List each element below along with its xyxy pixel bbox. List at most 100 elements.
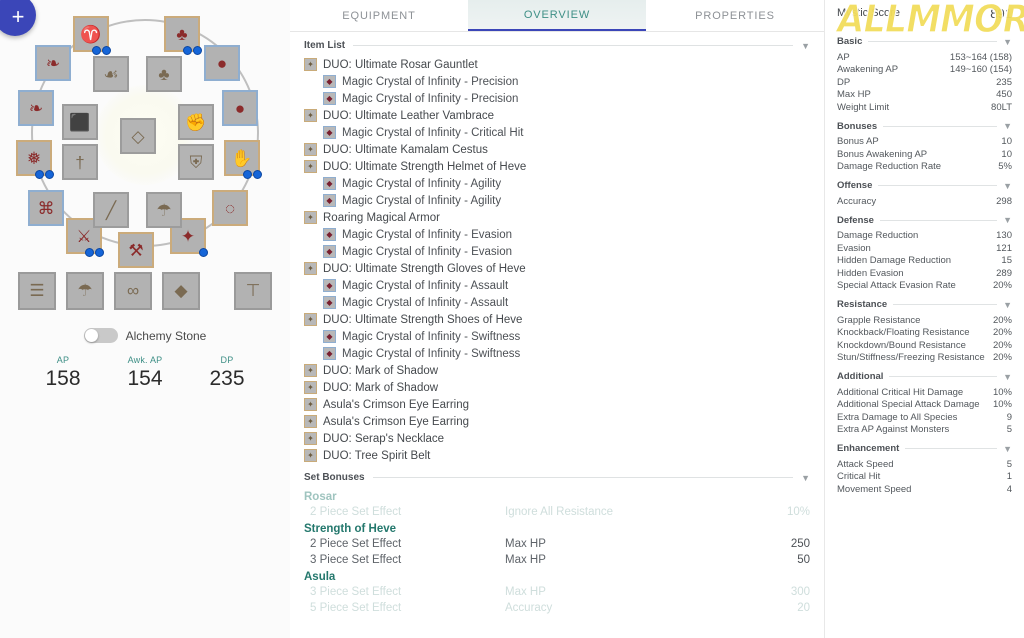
set-piece-label: 3 Piece Set Effect [310, 586, 402, 598]
item-row[interactable]: ✦ DUO: Serap's Necklace [304, 430, 810, 447]
necklace-slot[interactable]: ◌ [212, 190, 248, 226]
chevron-down-icon[interactable]: ▼ [1003, 181, 1012, 191]
stat-value: 235 [209, 367, 245, 390]
crystal-row[interactable]: ◆ Magic Crystal of Infinity - Evasion [304, 226, 810, 243]
alchemy-stone-label: Alchemy Stone [125, 328, 207, 343]
chevron-down-icon[interactable]: ▼ [1003, 300, 1012, 310]
item-list-title: Item List [304, 40, 346, 51]
stat-section-title: Offense [837, 180, 873, 191]
set-group-name: Strength of Heve [304, 523, 397, 535]
crystal-row[interactable]: ◆ Magic Crystal of Infinity - Assault [304, 294, 810, 311]
tab-properties[interactable]: PROPERTIES [646, 0, 824, 31]
stat-row: DP 235 [837, 76, 1012, 89]
empty-boot-icon: ⬛ [69, 112, 91, 132]
crystal-icon: ◆ [323, 228, 336, 241]
ring-left-slot[interactable]: ● [222, 90, 258, 126]
tool-slot[interactable]: ⊤ [234, 272, 272, 310]
ring-right-slot[interactable]: ● [204, 45, 240, 81]
stat-value: 10% [992, 386, 1012, 398]
enhancement-dot [253, 170, 262, 179]
chevron-down-icon[interactable]: ▼ [801, 473, 810, 483]
main-weapon-slot[interactable]: ⚒ [118, 232, 154, 268]
stat-value: 10 [1001, 148, 1012, 160]
crystal-row[interactable]: ◆ Magic Crystal of Infinity - Agility [304, 175, 810, 192]
stat-row: Damage Reduction Rate 5% [837, 161, 1012, 174]
crystal-row[interactable]: ◆ Magic Crystal of Infinity - Swiftness [304, 328, 810, 345]
empty-vest-icon: ☂ [156, 200, 172, 220]
set-group-name: Asula [304, 571, 336, 583]
item-row[interactable]: ✦ Asula's Crimson Eye Earring [304, 396, 810, 413]
empty-vest-slot[interactable]: ☂ [146, 192, 182, 228]
chevron-down-icon[interactable]: ▼ [801, 41, 810, 51]
enhancement-dot [102, 46, 111, 55]
tab-overview[interactable]: OVERVIEW [468, 0, 646, 31]
item-row[interactable]: ✦ DUO: Ultimate Strength Helmet of Heve [304, 158, 810, 175]
lips-slot[interactable]: ◆ [162, 272, 200, 310]
item-row[interactable]: ✦ DUO: Ultimate Kamalam Cestus [304, 141, 810, 158]
item-row[interactable]: ✦ DUO: Mark of Shadow [304, 379, 810, 396]
helmet-slot[interactable]: ♈ [73, 16, 111, 55]
chevron-down-icon[interactable]: ▼ [1003, 37, 1012, 47]
earring-holder-slot[interactable]: ☂ [66, 272, 104, 310]
item-row[interactable]: ✦ DUO: Mark of Shadow [304, 362, 810, 379]
stat-value: 20% [992, 352, 1012, 364]
stat-key: Movement Speed [837, 483, 912, 495]
chevron-down-icon[interactable]: ▼ [1003, 444, 1012, 454]
shoes-slot[interactable]: ❅ [16, 140, 54, 179]
item-row[interactable]: ✦ Roaring Magical Armor [304, 209, 810, 226]
stat-value: 20% [992, 327, 1012, 339]
earring-right-slot[interactable]: ❧ [18, 90, 54, 126]
ring-right-icon: ● [216, 53, 228, 73]
glasses-slot[interactable]: ∞ [114, 272, 152, 310]
stat-row: Additional Critical Hit Damage 10% [837, 386, 1012, 399]
stat-value: 10 [1001, 136, 1012, 148]
center-emblem-slot[interactable]: ◇ [120, 118, 156, 154]
empty-glove-slot[interactable]: ✊ [178, 104, 214, 140]
empty-shield-slot[interactable]: ⛨ [178, 144, 214, 180]
crystal-icon: ◆ [323, 75, 336, 88]
enhancement-dot [193, 46, 202, 55]
crystal-row[interactable]: ◆ Magic Crystal of Infinity - Precision [304, 90, 810, 107]
crystal-row[interactable]: ◆ Magic Crystal of Infinity - Precision [304, 73, 810, 90]
tome-slot[interactable]: ☰ [18, 272, 56, 310]
crystal-row[interactable]: ◆ Magic Crystal of Infinity - Critical Hi… [304, 124, 810, 141]
empty-head-slot[interactable]: ☙ [93, 56, 129, 92]
tab-equipment[interactable]: EQUIPMENT [290, 0, 468, 31]
item-row[interactable]: ✦ DUO: Ultimate Rosar Gauntlet [304, 56, 810, 73]
belt-slot[interactable]: ⌘ [28, 190, 64, 226]
item-row[interactable]: ✦ DUO: Ultimate Strength Shoes of Heve [304, 311, 810, 328]
stat-key: Extra AP Against Monsters [837, 424, 950, 436]
stat-section-rows: Attack Speed 5 Critical Hit 1 Movement Speed… [835, 456, 1014, 498]
crystal-row[interactable]: ◆ Magic Crystal of Infinity - Agility [304, 192, 810, 209]
crystal-icon: ◆ [323, 347, 336, 360]
empty-dagger-slot[interactable]: † [62, 144, 98, 180]
stat-key: Additional Special Attack Damage [837, 399, 980, 411]
item-name: DUO: Ultimate Rosar Gauntlet [323, 58, 478, 71]
empty-boot-slot[interactable]: ⬛ [62, 104, 98, 140]
item-name: Magic Crystal of Infinity - Agility [342, 194, 502, 207]
item-row[interactable]: ✦ Asula's Crimson Eye Earring [304, 413, 810, 430]
enhancement-dots [183, 46, 202, 55]
chevron-down-icon[interactable]: ▼ [1003, 215, 1012, 225]
empty-chest-slot[interactable]: ♣ [146, 56, 182, 92]
earring-left-slot[interactable]: ❧ [35, 45, 71, 81]
item-row[interactable]: ✦ DUO: Ultimate Leather Vambrace [304, 107, 810, 124]
stat-value: 80LT [991, 101, 1012, 113]
alchemy-stone-toggle[interactable] [83, 328, 118, 343]
armor-slot[interactable]: ♣ [164, 16, 202, 55]
stat-value: 298 [996, 195, 1012, 207]
crystal-row[interactable]: ◆ Magic Crystal of Infinity - Assault [304, 277, 810, 294]
chevron-down-icon[interactable]: ▼ [1003, 372, 1012, 382]
chevron-down-icon[interactable]: ▼ [1003, 121, 1012, 131]
item-name: DUO: Mark of Shadow [323, 381, 439, 394]
set-bonus-row: 3 Piece Set Effect Max HP 300 [304, 584, 810, 600]
crystal-row[interactable]: ◆ Magic Crystal of Infinity - Evasion [304, 243, 810, 260]
stat-section-rows: Bonus AP 10 Bonus Awakening AP 10 Damage Red… [835, 134, 1014, 176]
stat-section-header: Resistance ▼ [835, 294, 1014, 312]
enhancement-dot [95, 248, 104, 257]
gloves-slot[interactable]: ✋ [224, 140, 262, 179]
item-row[interactable]: ✦ DUO: Tree Spirit Belt [304, 447, 810, 464]
crystal-row[interactable]: ◆ Magic Crystal of Infinity - Swiftness [304, 345, 810, 362]
empty-blade-slot[interactable]: ╱ [93, 192, 129, 228]
item-row[interactable]: ✦ DUO: Ultimate Strength Gloves of Heve [304, 260, 810, 277]
